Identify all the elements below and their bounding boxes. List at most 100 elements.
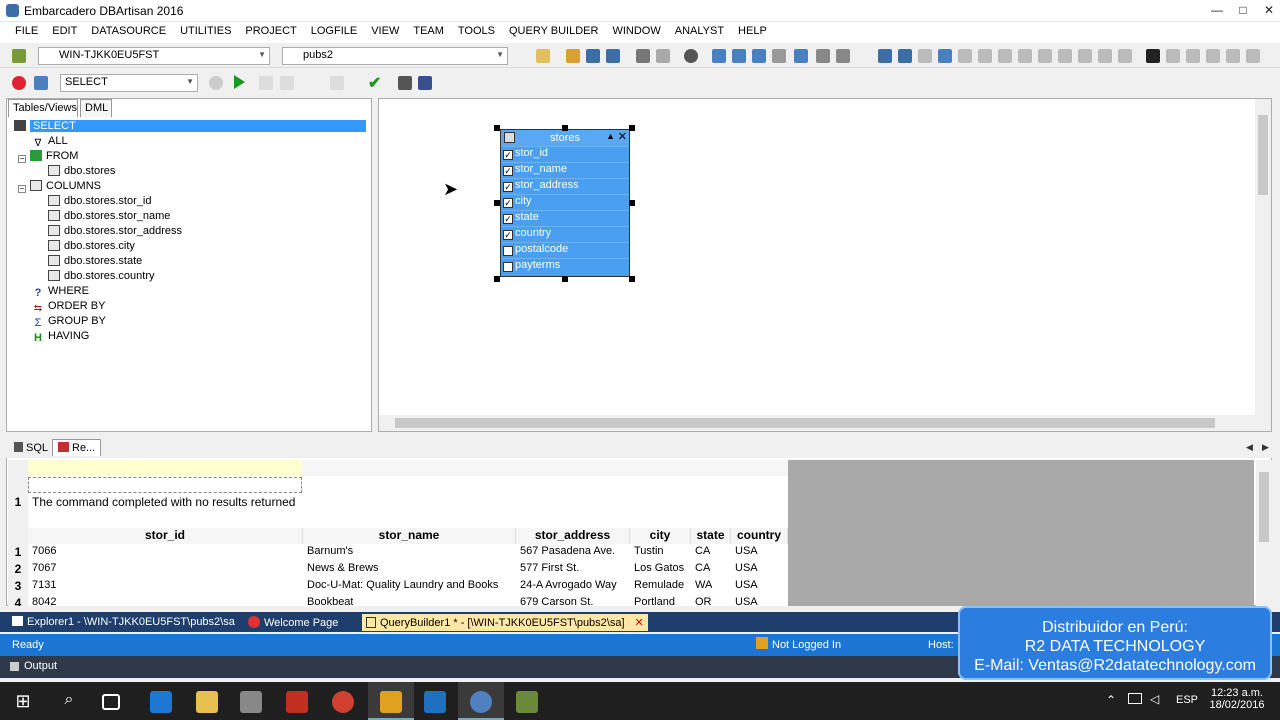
save-icon[interactable]: [586, 49, 600, 63]
table-column-row[interactable]: ✓ city: [501, 194, 629, 210]
resize-handle[interactable]: [562, 276, 568, 282]
column-header[interactable]: country: [731, 528, 788, 544]
column-header[interactable]: stor_name: [303, 528, 516, 544]
tab-results[interactable]: Re...: [52, 439, 102, 456]
column-header[interactable]: city: [630, 528, 691, 544]
search-icon[interactable]: ⌕: [58, 691, 80, 713]
tool-icon[interactable]: [816, 49, 830, 63]
column-checkbox[interactable]: ✓: [503, 182, 513, 192]
close-icon[interactable]: ✕: [618, 130, 627, 143]
column-checkbox[interactable]: ✓: [503, 230, 513, 240]
window-icon[interactable]: [712, 49, 726, 63]
table-cell[interactable]: Bookbeat: [307, 596, 353, 606]
table-cell[interactable]: Los Gatos: [634, 562, 684, 578]
vertical-scrollbar[interactable]: [1255, 99, 1271, 431]
tree-node-having[interactable]: H HAVING: [32, 330, 89, 345]
tool-icon[interactable]: [836, 49, 850, 63]
sort-icon[interactable]: [418, 76, 432, 90]
column-checkbox[interactable]: [503, 262, 513, 272]
app-icon[interactable]: [516, 691, 538, 713]
column-header[interactable]: stor_id: [28, 528, 303, 544]
tool-icon[interactable]: [998, 49, 1012, 63]
resize-handle[interactable]: [494, 125, 500, 131]
doc-tab-querybuilder[interactable]: QueryBuilder1 * - [\WIN-TJKK0EU5FST\pubs…: [362, 614, 648, 631]
cut-icon[interactable]: [918, 49, 932, 63]
tool-icon[interactable]: [978, 49, 992, 63]
tool-icon[interactable]: [1206, 49, 1220, 63]
resize-handle[interactable]: [629, 200, 635, 206]
table-column-row[interactable]: ✓ stor_id: [501, 146, 629, 162]
tree-node-select[interactable]: SELECT: [14, 120, 366, 135]
app-icon[interactable]: [286, 691, 308, 713]
scroll-thumb[interactable]: [1258, 115, 1268, 195]
tree-node-column[interactable]: dbo.stores.state: [48, 255, 142, 270]
table-cell[interactable]: Doc-U-Mat: Quality Laundry and Books: [307, 579, 498, 595]
tool-icon[interactable]: [1118, 49, 1132, 63]
volume-icon[interactable]: ◁: [1150, 692, 1159, 706]
table-cell[interactable]: WA: [695, 579, 712, 595]
tree-node-column[interactable]: dbo.stores.country: [48, 270, 155, 285]
tree-node-group-by[interactable]: Σ GROUP BY: [32, 315, 106, 330]
resize-handle[interactable]: [494, 200, 500, 206]
tool-icon[interactable]: [1018, 49, 1032, 63]
scroll-thumb[interactable]: [395, 418, 1215, 428]
table-cell[interactable]: 24-A Avrogado Way: [520, 579, 617, 595]
table-cell[interactable]: News & Brews: [307, 562, 379, 578]
resize-handle[interactable]: [562, 125, 568, 131]
start-icon[interactable]: ⊞: [12, 691, 34, 713]
minimize-button[interactable]: —: [1207, 3, 1227, 19]
gear-icon[interactable]: [684, 49, 698, 63]
tree-node-columns[interactable]: − COLUMNS: [18, 180, 101, 195]
menu-edit[interactable]: EDIT: [45, 22, 84, 37]
table-cell[interactable]: 7131: [32, 579, 56, 595]
table-box-stores[interactable]: stores ▲ ✕ ✓ stor_id ✓ stor_name ✓ stor_add…: [500, 129, 630, 277]
outdent-icon[interactable]: [898, 49, 912, 63]
table-cell[interactable]: Remulade: [634, 579, 684, 595]
column-checkbox[interactable]: ✓: [503, 198, 513, 208]
new-icon[interactable]: [536, 49, 550, 63]
tool-icon[interactable]: [1038, 49, 1052, 63]
edit-icon[interactable]: [280, 76, 294, 90]
table-cell[interactable]: OR: [695, 596, 712, 606]
close-button[interactable]: ✕: [1259, 3, 1279, 19]
minimize-icon[interactable]: ▲: [606, 131, 615, 141]
task-view-icon[interactable]: [102, 694, 120, 710]
database-select[interactable]: pubs2 ▼: [282, 47, 508, 65]
table-cell[interactable]: 7067: [32, 562, 56, 578]
join-icon[interactable]: [330, 76, 344, 90]
tab-scroll-left-icon[interactable]: ◀: [1246, 442, 1253, 453]
table-cell[interactable]: 8042: [32, 596, 56, 606]
column-header[interactable]: state: [691, 528, 731, 544]
menu-project[interactable]: PROJECT: [238, 22, 303, 37]
statement-type-select[interactable]: SELECT ▼: [60, 74, 198, 92]
doc-tab-welcome[interactable]: Welcome Page: [244, 614, 342, 631]
menu-help[interactable]: HELP: [731, 22, 774, 37]
table-column-row[interactable]: ✓ state: [501, 210, 629, 226]
maximize-button[interactable]: □: [1233, 3, 1253, 19]
table-column-row[interactable]: ✓ country: [501, 226, 629, 242]
find-icon[interactable]: [1146, 49, 1160, 63]
menu-view[interactable]: VIEW: [364, 22, 406, 37]
table-cell[interactable]: 7066: [32, 545, 56, 561]
taskbar-active-item[interactable]: [368, 682, 414, 720]
copy-icon[interactable]: [34, 76, 48, 90]
tab-sql[interactable]: SQL: [10, 441, 52, 455]
print-icon[interactable]: [636, 49, 650, 63]
menu-datasource[interactable]: DATASOURCE: [84, 22, 173, 37]
tool-icon[interactable]: [1186, 49, 1200, 63]
menu-window[interactable]: WINDOW: [605, 22, 667, 37]
resize-handle[interactable]: [629, 276, 635, 282]
calculator-icon[interactable]: [240, 691, 262, 713]
edge-icon[interactable]: [150, 691, 172, 713]
table-cell[interactable]: USA: [735, 562, 758, 578]
new-icon[interactable]: [259, 76, 273, 90]
table-cell[interactable]: CA: [695, 562, 710, 578]
filter-icon[interactable]: [398, 76, 412, 90]
table-column-row[interactable]: payterms: [501, 258, 629, 274]
tree-node-column[interactable]: dbo.stores.stor_name: [48, 210, 170, 225]
menu-file[interactable]: FILE: [8, 22, 45, 37]
table-cell[interactable]: Tustin: [634, 545, 664, 561]
window-icon[interactable]: [772, 49, 786, 63]
column-header[interactable]: stor_address: [516, 528, 630, 544]
tool-icon[interactable]: [1078, 49, 1092, 63]
